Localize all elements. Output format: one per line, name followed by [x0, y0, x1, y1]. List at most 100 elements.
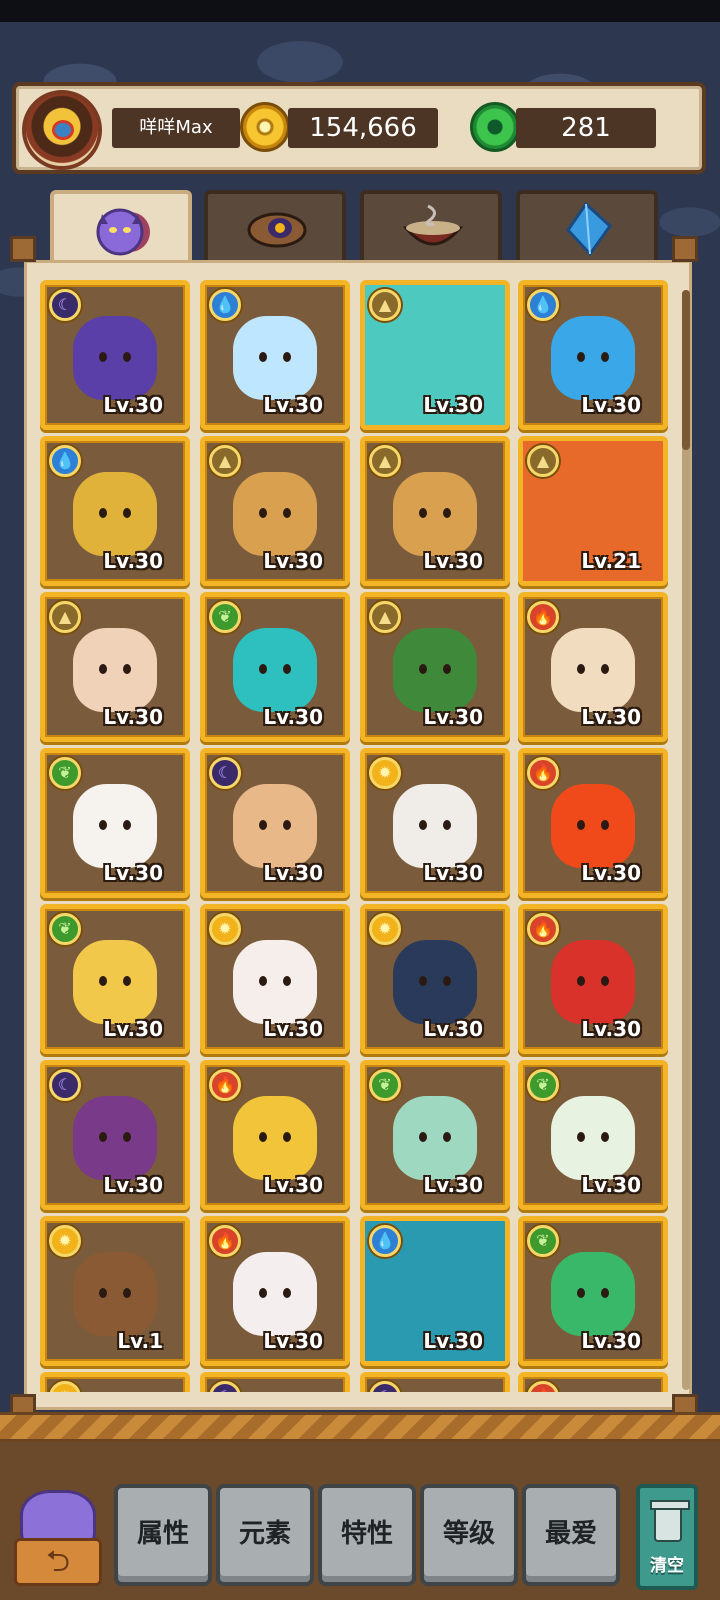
- teal-blob-icon: [233, 627, 317, 712]
- pet-level: Lv.30: [423, 705, 483, 729]
- leaf-element-icon: ❦: [209, 601, 241, 633]
- pet-card[interactable]: ✹ Lv.1: [40, 1216, 190, 1366]
- mouse-box-icon: [393, 783, 477, 868]
- coin-icon: [240, 102, 290, 152]
- pet-card[interactable]: 🔥: [518, 1372, 668, 1392]
- eggplant-icon: [73, 1095, 157, 1180]
- gold-ingot-icon: [233, 1095, 317, 1180]
- leaf-element-icon: ❦: [527, 1069, 559, 1101]
- pet-card[interactable]: ☾: [360, 1372, 510, 1392]
- pet-card[interactable]: ✹: [40, 1372, 190, 1392]
- sun-element-icon: ✹: [369, 913, 401, 945]
- coin-count: 154,666: [288, 108, 438, 148]
- pet-card[interactable]: ❦ Lv.30: [200, 592, 350, 742]
- return-arrow-icon: ⮌: [14, 1538, 102, 1586]
- gem-icon: [470, 102, 520, 152]
- sort-level-button[interactable]: 等级: [420, 1484, 518, 1586]
- pet-card[interactable]: ❦ Lv.30: [360, 1060, 510, 1210]
- tab-crystals[interactable]: [516, 190, 658, 264]
- tab-pets[interactable]: [50, 190, 192, 270]
- pet-card[interactable]: 💧 Lv.30: [518, 280, 668, 430]
- pet-level: Lv.30: [263, 1329, 323, 1353]
- pet-card[interactable]: ▲ Lv.30: [360, 592, 510, 742]
- purple-monster-icon: [96, 208, 150, 256]
- pet-card[interactable]: ✹ Lv.30: [360, 748, 510, 898]
- pet-card[interactable]: 🔥 Lv.30: [518, 592, 668, 742]
- pet-card[interactable]: 🔥 Lv.30: [518, 904, 668, 1054]
- purple-cat-icon: [73, 315, 157, 400]
- fire-element-icon: 🔥: [527, 757, 559, 789]
- pet-card[interactable]: ☾ Lv.30: [40, 1060, 190, 1210]
- jade-gourd-icon: [551, 1251, 635, 1336]
- sort-attribute-button[interactable]: 属性: [114, 1484, 212, 1586]
- pet-card[interactable]: ☾ Lv.30: [200, 748, 350, 898]
- pet-card[interactable]: 💧 Lv.30: [200, 280, 350, 430]
- gift-box-icon: [233, 1251, 317, 1336]
- sort-favorite-button[interactable]: 最爱: [522, 1484, 620, 1586]
- water-element-icon: 💧: [49, 445, 81, 477]
- pet-level: Lv.30: [263, 393, 323, 417]
- pet-card[interactable]: ▲ Lv.21: [518, 436, 668, 586]
- pet-card[interactable]: 🔥 Lv.30: [518, 748, 668, 898]
- pet-level: Lv.30: [103, 861, 163, 885]
- pet-card[interactable]: ✹ Lv.30: [200, 904, 350, 1054]
- pet-card[interactable]: ☾: [200, 1372, 350, 1392]
- pet-card[interactable]: 🔥 Lv.30: [200, 1216, 350, 1366]
- trash-icon: [650, 1500, 690, 1542]
- pet-level: Lv.21: [581, 549, 641, 573]
- pet-card[interactable]: ❦ Lv.30: [518, 1060, 668, 1210]
- pet-level: Lv.30: [103, 1017, 163, 1041]
- pet-level: Lv.30: [263, 705, 323, 729]
- pet-level: Lv.30: [581, 1329, 641, 1353]
- pet-card[interactable]: ✹ Lv.30: [360, 904, 510, 1054]
- pet-level: Lv.30: [263, 1017, 323, 1041]
- pet-level: Lv.30: [423, 1017, 483, 1041]
- leaf-element-icon: ❦: [49, 757, 81, 789]
- sort-element-button[interactable]: 元素: [216, 1484, 314, 1586]
- pet-card[interactable]: ❦ Lv.30: [40, 904, 190, 1054]
- warrior-icon: [393, 939, 477, 1024]
- pet-card[interactable]: ❦ Lv.30: [518, 1216, 668, 1366]
- pet-level: Lv.30: [263, 1173, 323, 1197]
- back-button[interactable]: ⮌: [14, 1490, 102, 1588]
- earth-element-icon: ▲: [369, 601, 401, 633]
- sort-trait-button[interactable]: 特性: [318, 1484, 416, 1586]
- pet-level: Lv.30: [103, 1173, 163, 1197]
- pet-card[interactable]: ▲ Lv.30: [360, 436, 510, 586]
- tab-items[interactable]: [204, 190, 346, 264]
- clear-button[interactable]: 清空: [636, 1484, 698, 1590]
- earth-element-icon: ▲: [49, 601, 81, 633]
- pet-card[interactable]: ☾ Lv.30: [40, 280, 190, 430]
- scrollbar-thumb[interactable]: [682, 290, 690, 450]
- pet-level: Lv.30: [103, 549, 163, 573]
- pet-card[interactable]: 💧 Lv.30: [360, 1216, 510, 1366]
- moon-element-icon: ☾: [369, 1381, 401, 1392]
- pet-card[interactable]: ▲ Lv.30: [200, 436, 350, 586]
- pet-card[interactable]: ❦ Lv.30: [40, 748, 190, 898]
- tab-food[interactable]: [360, 190, 502, 264]
- pet-level: Lv.30: [263, 549, 323, 573]
- moon-element-icon: ☾: [209, 1381, 241, 1392]
- pet-level: Lv.30: [581, 1173, 641, 1197]
- leaf-element-icon: ❦: [49, 913, 81, 945]
- scrollbar-track[interactable]: [682, 290, 690, 1390]
- wood-floor-strip: [0, 1412, 720, 1442]
- white-cat-leaf-icon: [73, 783, 157, 868]
- water-element-icon: 💧: [369, 1225, 401, 1257]
- pet-level: Lv.30: [423, 861, 483, 885]
- player-avatar[interactable]: [22, 90, 102, 170]
- moon-element-icon: ☾: [49, 1069, 81, 1101]
- pet-grid: ☾ Lv.30 💧 Lv.30 ▲ Lv.30 💧 Lv.30 💧 Lv.30 ▲ Lv.30 ▲ Lv.…: [40, 280, 668, 1392]
- pet-card[interactable]: 💧 Lv.30: [40, 436, 190, 586]
- cloud-girl-icon: [393, 1095, 477, 1180]
- pet-card[interactable]: ▲ Lv.30: [40, 592, 190, 742]
- monkey-charm-icon: [393, 471, 477, 556]
- sun-element-icon: ✹: [49, 1225, 81, 1257]
- blue-dragon-icon: [551, 315, 635, 400]
- pet-card[interactable]: ▲ Lv.30: [360, 280, 510, 430]
- golden-scale-icon: [73, 471, 157, 556]
- pet-card[interactable]: 🔥 Lv.30: [200, 1060, 350, 1210]
- ice-fish-icon: [233, 315, 317, 400]
- fire-element-icon: 🔥: [527, 1381, 559, 1392]
- fire-spirit-icon: [551, 783, 635, 868]
